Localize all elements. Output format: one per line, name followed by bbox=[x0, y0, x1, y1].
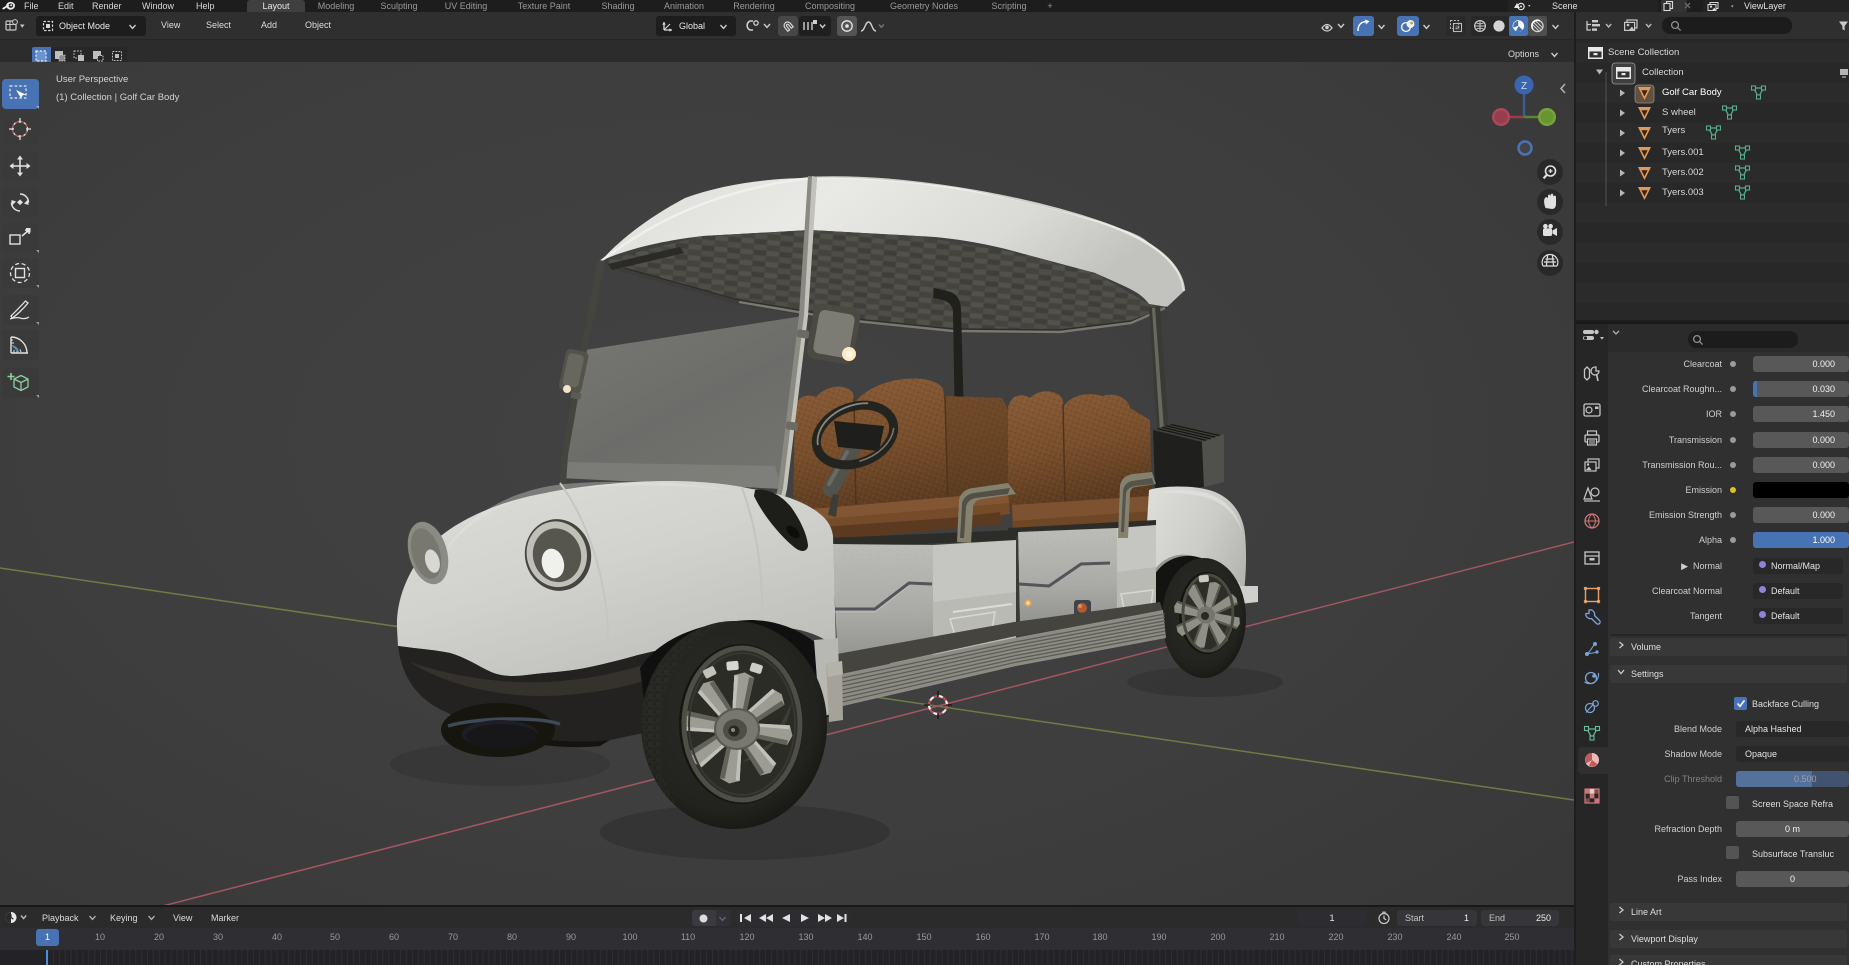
svg-text:(1) Collection | Golf Car Body: (1) Collection | Golf Car Body bbox=[56, 92, 180, 103]
svg-text:Z: Z bbox=[1521, 81, 1527, 92]
svg-text:User Perspective: User Perspective bbox=[56, 74, 128, 85]
